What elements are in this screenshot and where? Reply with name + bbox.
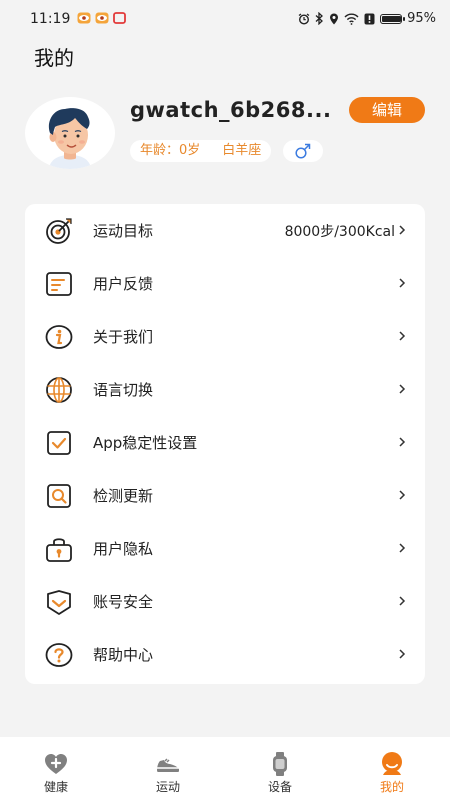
- tab-label: 健康: [43, 780, 68, 794]
- sport-goal-value: 8000步/300Kcal: [284, 224, 395, 240]
- menu-label: 运动目标: [93, 222, 154, 240]
- menu-item-account-security[interactable]: 账号安全: [25, 575, 425, 628]
- battery-percent: 95%: [407, 11, 436, 26]
- age-zodiac-chip: 年龄：0岁 白羊座: [130, 140, 272, 162]
- edit-profile-button[interactable]: 编辑: [349, 97, 425, 123]
- alert-icon: [364, 13, 375, 24]
- checkbox-icon: [47, 431, 71, 455]
- profile-icon: [382, 752, 402, 775]
- status-time: 11:19: [30, 11, 71, 27]
- menu-item-language[interactable]: 语言切换: [25, 363, 425, 416]
- tab-mine[interactable]: 我的: [336, 737, 448, 800]
- bluetooth-icon: [315, 12, 324, 25]
- privacy-lock-icon: [46, 538, 72, 562]
- target-icon: [46, 218, 72, 244]
- avatar[interactable]: [25, 97, 115, 169]
- page-title: 我的: [34, 46, 74, 70]
- chevron-right-icon: [399, 278, 406, 288]
- menu-item-about-us[interactable]: 关于我们: [25, 310, 425, 363]
- tab-sport[interactable]: 运动: [112, 737, 224, 800]
- chevron-right-icon: [399, 225, 406, 235]
- tab-device[interactable]: 设备: [224, 737, 336, 800]
- feedback-icon: [46, 272, 72, 296]
- chevron-right-icon: [399, 437, 406, 447]
- tab-health[interactable]: 健康: [0, 737, 112, 800]
- status-bar: 11:19 95%: [0, 0, 450, 40]
- chevron-right-icon: [399, 384, 406, 394]
- notification-icons: [77, 12, 126, 24]
- menu-label: 检测更新: [93, 487, 154, 505]
- menu-item-feedback[interactable]: 用户反馈: [25, 257, 425, 310]
- eye-notification-icon: [77, 12, 91, 24]
- search-update-icon: [47, 484, 71, 508]
- chevron-right-icon: [399, 331, 406, 341]
- menu-label: 语言切换: [93, 381, 154, 399]
- male-icon: [295, 143, 311, 159]
- status-right: 95%: [298, 11, 436, 26]
- eye-notification-icon: [95, 12, 109, 24]
- battery-icon: [380, 13, 406, 24]
- menu-label: 账号安全: [93, 593, 154, 611]
- tab-label: 我的: [379, 780, 404, 794]
- menu-label: 帮助中心: [93, 646, 154, 664]
- zodiac-text: 白羊座: [222, 143, 262, 158]
- alarm-icon: [298, 12, 310, 25]
- wifi-icon: [344, 13, 359, 25]
- menu-label: 关于我们: [93, 328, 154, 346]
- menu-item-check-update[interactable]: 检测更新: [25, 469, 425, 522]
- chevron-right-icon: [399, 490, 406, 500]
- info-icon: [45, 325, 73, 349]
- health-heart-icon: [45, 754, 67, 774]
- menu-item-app-stability[interactable]: App稳定性设置: [25, 416, 425, 469]
- chevron-right-icon: [399, 596, 406, 606]
- globe-icon: [46, 377, 72, 403]
- menu-label: 用户反馈: [93, 275, 154, 293]
- menu-item-help-center[interactable]: 帮助中心: [25, 628, 425, 681]
- chevron-right-icon: [399, 543, 406, 553]
- username: gwatch_6b268...: [130, 98, 332, 122]
- screen-notification-icon: [113, 12, 126, 24]
- tab-label: 设备: [267, 780, 292, 794]
- settings-menu: 运动目标 8000步/300Kcal 用户反馈 关于我们 语言切换 App稳定性…: [25, 204, 425, 684]
- menu-item-privacy[interactable]: 用户隐私: [25, 522, 425, 575]
- tab-label: 运动: [155, 780, 180, 794]
- gender-chip: [283, 140, 323, 162]
- menu-item-sport-goal[interactable]: 运动目标 8000步/300Kcal: [25, 204, 425, 257]
- age-text: 年龄：0岁: [140, 143, 201, 158]
- help-icon: [45, 643, 73, 667]
- chevron-right-icon: [399, 649, 406, 659]
- watch-icon: [273, 752, 287, 776]
- sneaker-icon: [157, 758, 179, 772]
- bottom-tab-bar: 健康 运动 设备 我的: [0, 737, 450, 800]
- shield-icon: [47, 590, 71, 615]
- avatar-illustration-icon: [48, 108, 91, 169]
- menu-label: 用户隐私: [93, 540, 154, 558]
- location-icon: [330, 13, 339, 24]
- menu-label: App稳定性设置: [93, 434, 198, 452]
